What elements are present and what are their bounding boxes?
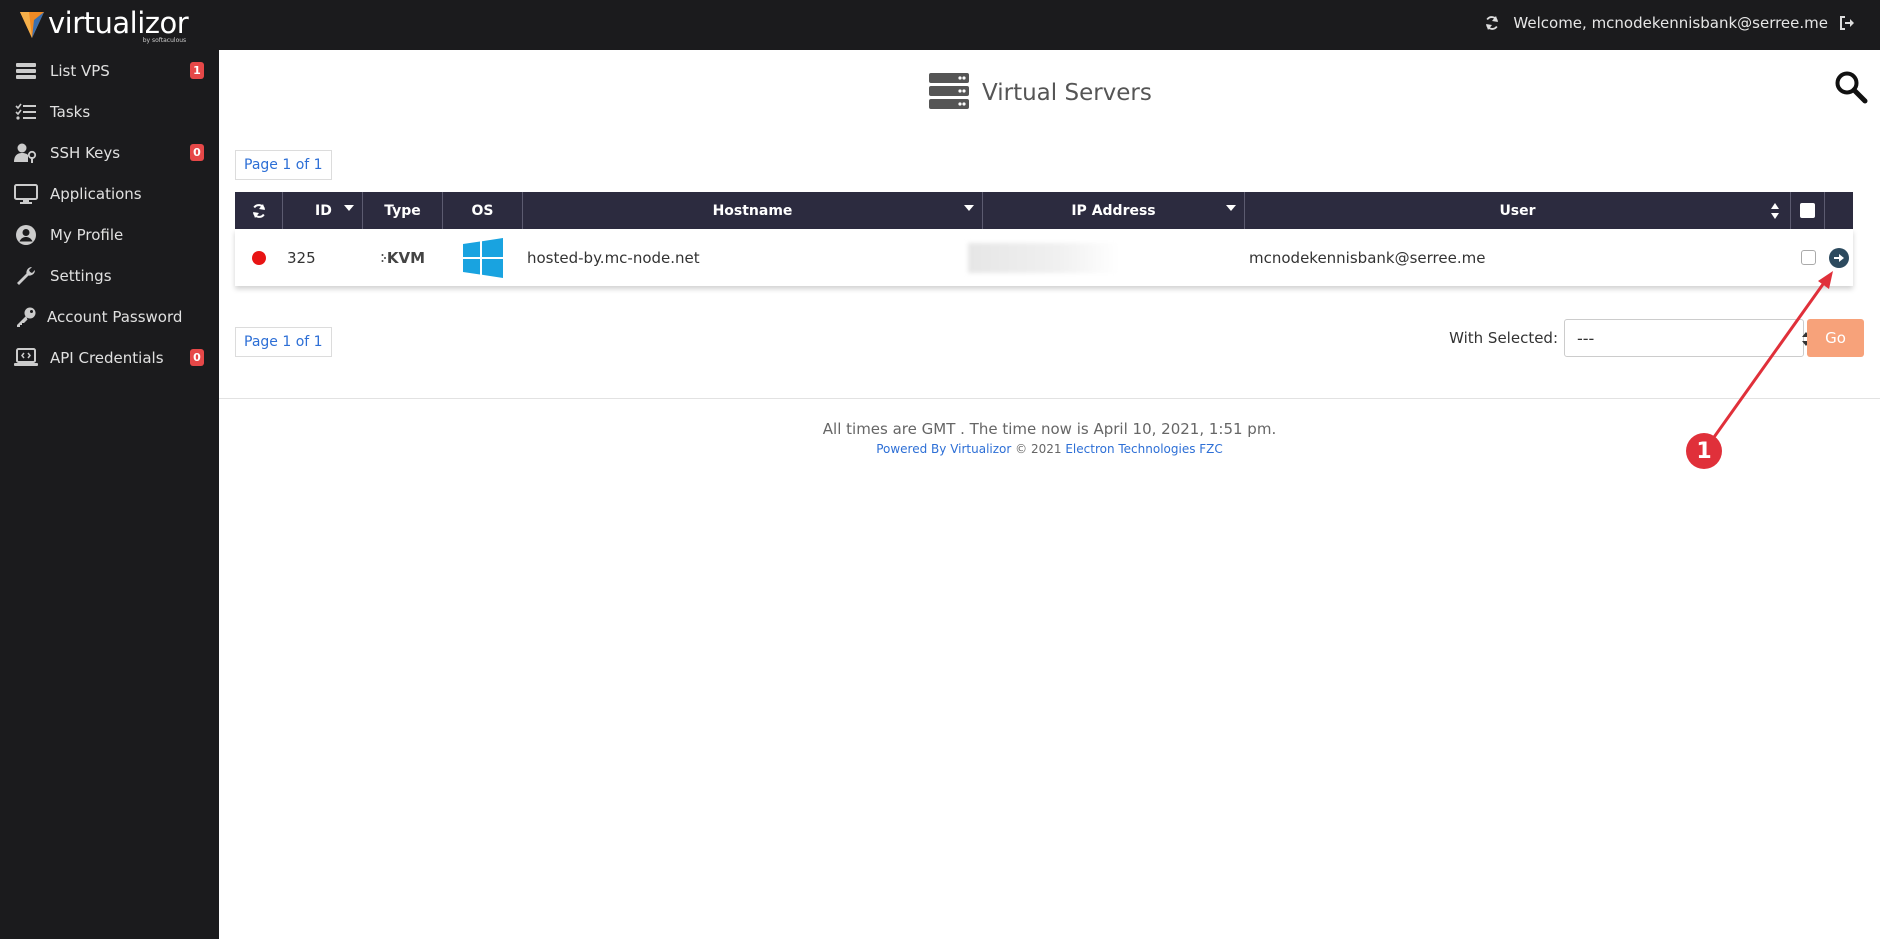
- sidebar-item-settings[interactable]: Settings: [0, 255, 219, 296]
- with-selected-label: With Selected:: [1449, 329, 1558, 347]
- main-content: Virtual Servers Page 1 of 1 ID Type OS H…: [219, 50, 1880, 939]
- sidebar-item-label: Tasks: [50, 102, 91, 121]
- sidebar-item-tasks[interactable]: Tasks: [0, 91, 219, 132]
- sidebar-item-label: SSH Keys: [50, 143, 121, 162]
- powered-by-text: Powered By: [876, 442, 947, 456]
- vps-type: KVM: [363, 229, 443, 286]
- sidebar-item-my-profile[interactable]: My Profile: [0, 214, 219, 255]
- manage-vps-arrow-icon[interactable]: [1829, 247, 1849, 268]
- page-header: Virtual Servers: [928, 72, 1152, 114]
- sort-both-icon: [1771, 203, 1779, 219]
- welcome-text: Welcome, mcnodekennisbank@serree.me: [1513, 14, 1828, 32]
- sidebar-item-list-vps[interactable]: List VPS 1: [0, 50, 219, 91]
- user-circle-icon: [14, 224, 38, 246]
- logo-subtext: by softaculous: [142, 37, 187, 44]
- sidebar-item-label: Applications: [50, 184, 142, 203]
- select-all-checkbox[interactable]: [1791, 192, 1825, 229]
- sidebar-item-label: API Credentials: [50, 348, 164, 367]
- virtualizor-logo[interactable]: virtualizor by softaculous: [20, 6, 189, 44]
- page-title: Virtual Servers: [982, 80, 1152, 106]
- redacted-ip: [968, 242, 1118, 273]
- logo-text: virtualizor: [48, 6, 189, 40]
- vps-hostname: hosted-by.mc-node.net: [527, 248, 700, 267]
- pager-top[interactable]: Page 1 of 1: [235, 150, 332, 180]
- vps-count-badge: 1: [190, 62, 204, 79]
- api-credentials-count-badge: 0: [190, 349, 204, 366]
- sidebar-item-applications[interactable]: Applications: [0, 173, 219, 214]
- wrench-icon: [14, 265, 38, 287]
- sidebar-item-api-credentials[interactable]: API Credentials 0: [0, 337, 219, 378]
- column-id[interactable]: ID: [283, 192, 363, 229]
- top-bar: virtualizor by softaculous Welcome, mcno…: [0, 0, 1880, 50]
- table-row[interactable]: 325 KVM hosted-by.mc-node.net mcnodekenn…: [235, 229, 1853, 286]
- search-icon[interactable]: [1834, 70, 1868, 104]
- sidebar: List VPS 1 Tasks SSH Keys 0 Applications…: [0, 50, 219, 939]
- sort-down-icon: [964, 205, 974, 211]
- vps-ip-address: [968, 229, 1245, 286]
- windows-logo-icon: [443, 229, 523, 286]
- column-user[interactable]: User: [1245, 192, 1791, 229]
- with-selected-dropdown[interactable]: ---: [1564, 319, 1810, 357]
- servers-icon: [928, 72, 970, 114]
- sidebar-item-label: Settings: [50, 266, 112, 285]
- row-checkbox[interactable]: [1800, 250, 1816, 265]
- copyright-text: © 2021: [1015, 442, 1062, 456]
- footer-divider: [219, 398, 1880, 399]
- status-stopped-indicator: [252, 250, 266, 265]
- server-list-icon: [14, 60, 38, 82]
- sidebar-item-ssh-keys[interactable]: SSH Keys 0: [0, 132, 219, 173]
- logo-mark-icon: [20, 10, 46, 40]
- key-icon: [14, 306, 38, 328]
- sort-down-icon: [1226, 205, 1236, 211]
- refresh-icon[interactable]: [1483, 14, 1501, 32]
- vps-table: ID Type OS Hostname IP Address User 325: [235, 192, 1853, 286]
- ssh-keys-count-badge: 0: [190, 144, 204, 161]
- pager-bottom[interactable]: Page 1 of 1: [235, 327, 332, 357]
- sidebar-item-label: List VPS: [50, 61, 110, 80]
- user-key-icon: [14, 142, 38, 164]
- vps-id: 325: [287, 248, 316, 267]
- sidebar-item-label: My Profile: [50, 225, 124, 244]
- vps-user: mcnodekennisbank@serree.me: [1249, 248, 1486, 267]
- annotation-marker: 1: [1686, 433, 1722, 469]
- sort-down-icon: [344, 205, 354, 211]
- sidebar-item-label: Account Password: [47, 307, 183, 326]
- column-type: Type: [363, 192, 443, 229]
- virtualizor-link[interactable]: Virtualizor: [950, 442, 1011, 456]
- column-os: OS: [443, 192, 523, 229]
- sidebar-item-account-password[interactable]: Account Password: [0, 296, 219, 337]
- table-header: ID Type OS Hostname IP Address User: [235, 192, 1853, 229]
- logout-icon[interactable]: [1838, 14, 1856, 32]
- go-button[interactable]: Go: [1807, 319, 1864, 357]
- refresh-icon: [252, 203, 265, 218]
- tasks-icon: [14, 101, 38, 123]
- footer-credits: Powered By Virtualizor © 2021 Electron T…: [219, 442, 1880, 456]
- column-hostname[interactable]: Hostname: [523, 192, 983, 229]
- company-link[interactable]: Electron Technologies FZC: [1065, 442, 1222, 456]
- server-time-text: All times are GMT . The time now is Apri…: [822, 420, 1277, 438]
- monitor-icon: [14, 183, 38, 205]
- laptop-code-icon: [14, 347, 38, 369]
- refresh-list-button[interactable]: [235, 192, 283, 229]
- column-ip-address[interactable]: IP Address: [983, 192, 1245, 229]
- column-actions: [1825, 192, 1853, 229]
